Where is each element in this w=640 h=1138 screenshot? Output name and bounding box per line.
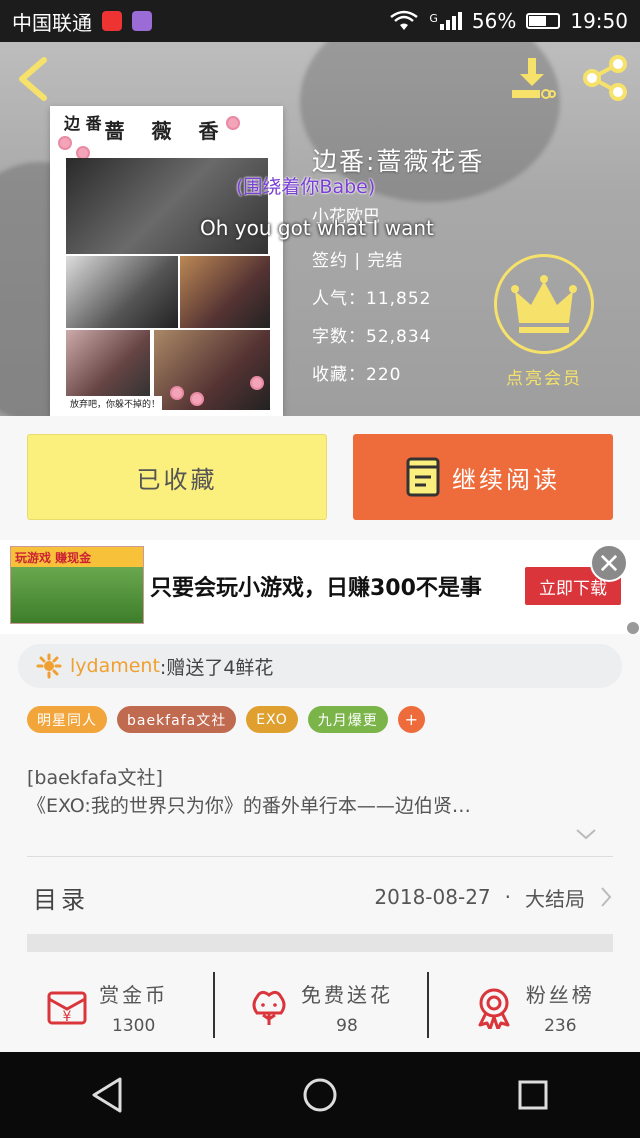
popularity-label: 人气：: [312, 289, 366, 309]
medal-icon: [478, 988, 510, 1029]
cover-photo: [66, 256, 178, 328]
toc-date: 2018-08-27: [374, 885, 491, 909]
cover-caption: 放弃吧，你躲不掉的！: [68, 396, 163, 411]
cover-photo: [66, 330, 150, 396]
recents-square-icon: [518, 1080, 548, 1110]
tag[interactable]: EXO: [246, 706, 298, 733]
stat-label: 免费送花: [300, 982, 393, 1007]
svg-text:¥: ¥: [63, 1009, 72, 1025]
nav-recents-button[interactable]: [503, 1065, 563, 1125]
divider: [27, 856, 613, 857]
action-buttons: 已收藏 继续阅读: [0, 416, 640, 540]
ad-banner[interactable]: 玩游戏 赚现金 只要会玩小游戏，日赚300不是事 立即下载: [0, 540, 640, 634]
continue-reading-button[interactable]: 继续阅读: [353, 434, 613, 520]
ad-image[interactable]: 玩游戏 赚现金: [10, 546, 144, 624]
flower-icon: [252, 990, 286, 1025]
tag[interactable]: baekfafa文社: [117, 706, 237, 733]
gift-text: :赠送了4鲜花: [159, 656, 274, 679]
flower-gift-icon: [36, 653, 62, 679]
back-triangle-icon: [92, 1077, 122, 1113]
tag[interactable]: 九月爆更: [307, 706, 388, 733]
tag[interactable]: 明星同人: [27, 706, 107, 733]
status-bar: 中国联通 G 56% 19:50: [0, 0, 640, 42]
book-icon: [406, 457, 440, 497]
battery-fill: [529, 16, 547, 26]
section-divider: [27, 934, 613, 952]
word-count-label: 字数：: [312, 327, 366, 347]
favorites-label: 收藏：: [312, 365, 366, 385]
table-of-contents-row[interactable]: 目录 2018-08-27 · 大结局: [27, 870, 613, 924]
word-count-value: 52,834: [366, 327, 432, 347]
chevron-down-icon[interactable]: [574, 826, 598, 842]
stat-value: 98: [336, 1015, 358, 1036]
gallery-notification-icon: [132, 11, 152, 31]
stat-value: 1300: [112, 1015, 156, 1036]
reward-coin-stat[interactable]: ¥ 赏金币 1300: [0, 962, 213, 1052]
lyric-overlay-cn: (围绕着你Babe): [236, 176, 376, 198]
carrier-name: 中国联通: [12, 10, 92, 35]
book-header: 蔷 薇 香 边 番 放弃吧，你躲不掉的！ 边番:蔷薇花香 (围绕着你Babe) …: [0, 42, 640, 416]
reward-coin-icon: ¥: [47, 991, 87, 1025]
chevron-right-icon: [601, 887, 612, 907]
description-line: [baekfafa文社]: [27, 767, 163, 789]
toc-separator: ·: [504, 885, 511, 909]
signal-icon: G: [429, 12, 462, 30]
network-type: G: [429, 12, 438, 25]
vip-label[interactable]: 点亮会员: [496, 364, 592, 389]
toc-status: 大结局: [525, 886, 585, 911]
gift-user[interactable]: lydament: [70, 655, 160, 677]
favorites-value: 220: [366, 365, 402, 385]
nav-home-button[interactable]: [290, 1065, 350, 1125]
cover-side-text: 边 番: [64, 114, 102, 133]
crown-icon: [511, 275, 577, 333]
book-cover[interactable]: 蔷 薇 香 边 番 放弃吧，你躲不掉的！: [50, 106, 283, 416]
gift-message[interactable]: lydament :赠送了4鲜花: [18, 644, 622, 688]
close-icon[interactable]: [590, 544, 628, 582]
toc-label: 目录: [33, 885, 89, 914]
stats-bar: ¥ 赏金币 1300 免费送花 98 粉丝榜 236: [0, 962, 640, 1052]
wifi-icon: [390, 10, 419, 30]
popularity-value: 11,852: [366, 289, 432, 309]
collected-button[interactable]: 已收藏: [27, 434, 327, 520]
collected-label: 已收藏: [136, 465, 218, 494]
screen: 中国联通 G 56% 19:50 蔷 薇 香 边 番 放弃吧，你躲不掉的！ 边番…: [0, 0, 640, 1138]
book-description[interactable]: [baekfafa文社] 《EXO:我的世界只为你》的番外单行本——边伯贤…: [27, 764, 617, 820]
description-line: 《EXO:我的世界只为你》的番外单行本——边伯贤…: [27, 795, 471, 817]
book-status: 签约 | 完结: [312, 251, 404, 271]
download-icon[interactable]: [508, 54, 556, 102]
stat-label: 粉丝榜: [525, 982, 595, 1007]
stat-value: 236: [544, 1015, 577, 1036]
fan-ranking-stat[interactable]: 粉丝榜 236: [426, 962, 640, 1052]
share-icon[interactable]: [580, 54, 630, 102]
cover-flower: [190, 392, 204, 406]
home-circle-icon: [303, 1078, 337, 1112]
ad-image-text: 玩游戏 赚现金: [15, 551, 92, 565]
clock: 19:50: [570, 9, 628, 33]
popularity: 人气：11,852: [312, 284, 431, 309]
battery-percent: 56%: [471, 9, 517, 33]
back-arrow-icon[interactable]: [14, 54, 54, 104]
send-flower-stat[interactable]: 免费送花 98: [213, 962, 426, 1052]
ad-info-icon[interactable]: [627, 622, 639, 634]
add-tag-button[interactable]: +: [397, 706, 425, 733]
cover-flower: [170, 386, 184, 400]
cover-flower: [58, 136, 72, 150]
tag-list: 明星同人 baekfafa文社 EXO 九月爆更 +: [27, 706, 425, 733]
vip-button[interactable]: [494, 254, 594, 354]
system-navigation-bar: [0, 1052, 640, 1138]
cover-flower: [226, 116, 240, 130]
notification-app-icon: [102, 11, 122, 31]
continue-reading-label: 继续阅读: [452, 465, 560, 494]
nav-back-button[interactable]: [77, 1065, 137, 1125]
battery-icon: [526, 13, 561, 29]
ad-text[interactable]: 只要会玩小游戏，日赚300不是事: [150, 570, 482, 602]
word-count: 字数：52,834: [312, 322, 431, 347]
cover-flower: [250, 376, 264, 390]
cover-photo: [180, 256, 270, 328]
favorites-count: 收藏：220: [312, 360, 401, 385]
lyric-overlay-en: Oh you got what I want: [200, 216, 434, 240]
stat-label: 赏金币: [99, 982, 169, 1007]
